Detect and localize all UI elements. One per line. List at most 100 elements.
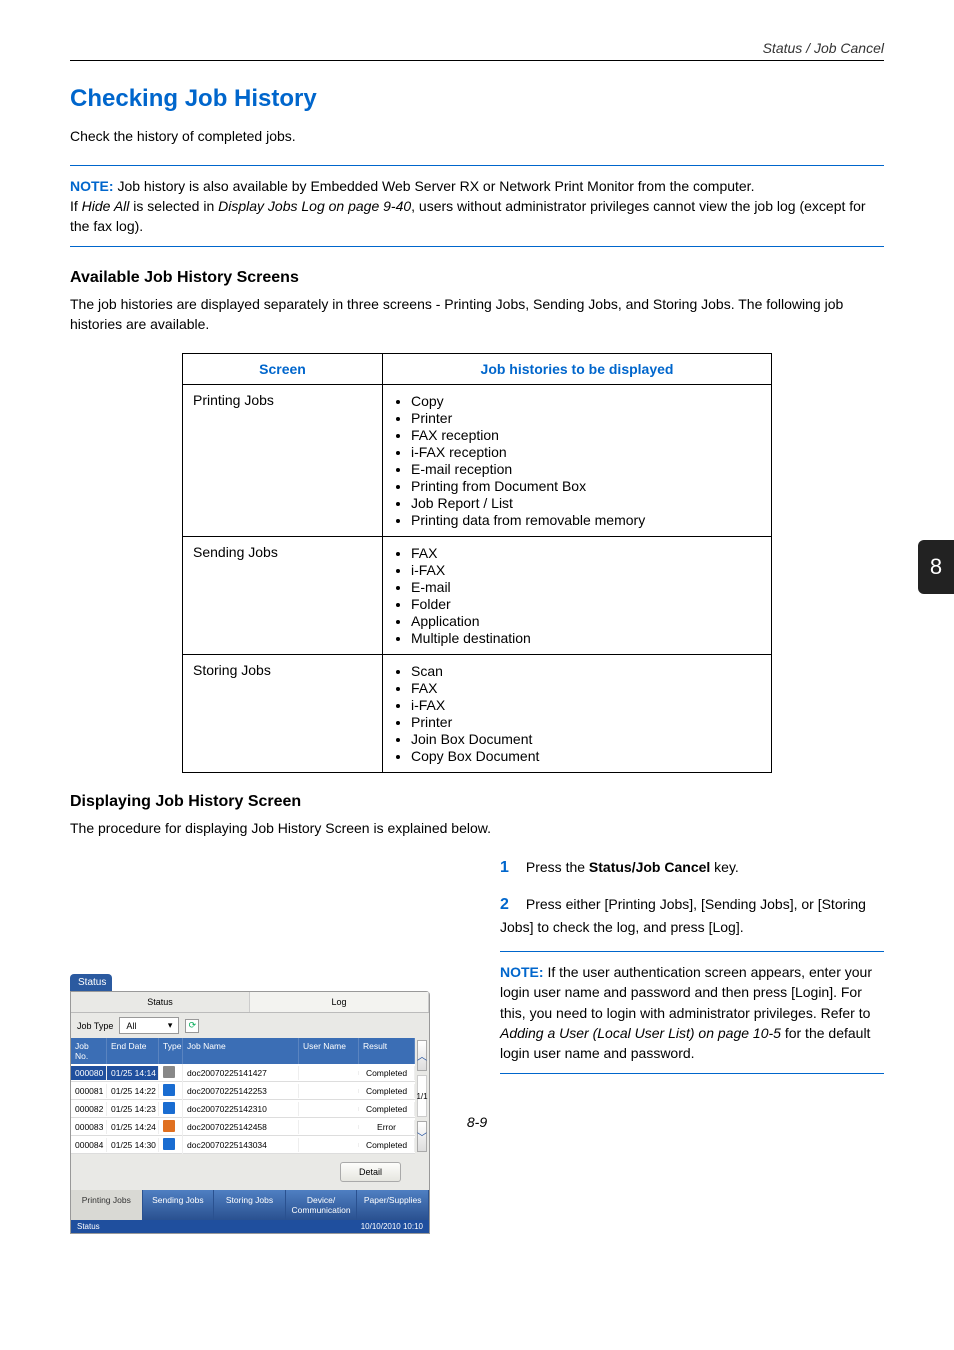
page-header: Status / Job Cancel <box>70 0 884 61</box>
cell-name: doc20070225142310 <box>183 1102 299 1116</box>
cell-name: doc20070225143034 <box>183 1138 299 1152</box>
jobtype-select[interactable]: All ▾ <box>119 1017 179 1034</box>
note1-ref: Display Jobs Log on page 9-40 <box>218 198 411 214</box>
table-row[interactable]: 00008101/25 14:22doc20070225142253Comple… <box>71 1082 415 1100</box>
cell-user <box>299 1071 359 1075</box>
cell-result: Completed <box>359 1084 415 1098</box>
cell-result: Completed <box>359 1066 415 1080</box>
col-type: Type <box>159 1038 183 1064</box>
jobtype-icon <box>163 1138 175 1150</box>
statusbar-left: Status <box>77 1222 100 1231</box>
cell-result: Error <box>359 1120 415 1134</box>
displaying-desc: The procedure for displaying Job History… <box>70 819 884 839</box>
jobtype-icon <box>163 1120 175 1132</box>
scroll-down-button[interactable]: ﹀ <box>417 1121 427 1152</box>
cell-name: doc20070225142253 <box>183 1084 299 1098</box>
step-2: 2 Press either [Printing Jobs], [Sending… <box>500 893 884 936</box>
history-screens-table: Screen Job histories to be displayed Pri… <box>182 353 772 773</box>
cell-type <box>159 1064 183 1082</box>
table-row[interactable]: 00008201/25 14:23doc20070225142310Comple… <box>71 1100 415 1118</box>
list-item: Printer <box>411 410 761 426</box>
table-histories-cell: ScanFAXi-FAXPrinterJoin Box DocumentCopy… <box>383 654 772 772</box>
cell-name: doc20070225142458 <box>183 1120 299 1134</box>
statusbar-right: 10/10/2010 10:10 <box>361 1222 423 1231</box>
bottom-tabs: Printing Jobs Sending Jobs Storing Jobs … <box>71 1190 429 1220</box>
page-indicator: 1/1 <box>417 1075 427 1117</box>
cell-name: doc20070225141427 <box>183 1066 299 1080</box>
detail-button[interactable]: Detail <box>340 1162 401 1182</box>
cell-date: 01/25 14:23 <box>107 1102 159 1116</box>
list-item: Printer <box>411 714 761 730</box>
btab-sending[interactable]: Sending Jobs <box>143 1190 215 1220</box>
table-row[interactable]: 00008001/25 14:14 doc20070225141427 Comple… <box>71 1064 415 1082</box>
intro-text: Check the history of completed jobs. <box>70 127 884 147</box>
available-desc: The job histories are displayed separate… <box>70 295 884 334</box>
list-item: FAX <box>411 680 761 696</box>
note-box-1: NOTE: Job history is also available by E… <box>70 165 884 248</box>
list-item: Printing from Document Box <box>411 478 761 494</box>
cell-result: Completed <box>359 1102 415 1116</box>
list-item: Application <box>411 613 761 629</box>
cell-type <box>159 1136 183 1154</box>
table-screen-cell: Printing Jobs <box>183 384 383 536</box>
list-item: Copy <box>411 393 761 409</box>
list-item: Scan <box>411 663 761 679</box>
note2-ref: Adding a User (Local User List) on page … <box>500 1025 781 1041</box>
page-title: Checking Job History <box>70 85 884 113</box>
list-item: Printing data from removable memory <box>411 512 761 528</box>
col-enddate: End Date <box>107 1038 159 1064</box>
btab-device[interactable]: Device/ Communication <box>286 1190 358 1220</box>
cell-jobno: 000080 <box>71 1066 107 1080</box>
device-screenshot: Status Status Log Job Type All ▾ ⟳ Job N… <box>70 974 430 1234</box>
tab-status[interactable]: Status <box>71 992 250 1012</box>
note1-hideall: Hide All <box>82 198 130 214</box>
cell-jobno: 000081 <box>71 1084 107 1098</box>
cell-user <box>299 1143 359 1147</box>
table-row[interactable]: 00008401/25 14:30doc20070225143034Comple… <box>71 1136 415 1154</box>
list-item: Multiple destination <box>411 630 761 646</box>
step-1-pre: Press the <box>526 859 589 875</box>
note-label: NOTE: <box>70 178 114 194</box>
cell-user <box>299 1089 359 1093</box>
jobtype-icon <box>163 1102 175 1114</box>
cell-user <box>299 1107 359 1111</box>
list-item: Copy Box Document <box>411 748 761 764</box>
jobtype-label: Job Type <box>77 1021 113 1031</box>
list-item: E-mail <box>411 579 761 595</box>
cell-date: 01/25 14:30 <box>107 1138 159 1152</box>
step-2-num: 2 <box>500 893 522 916</box>
tab-log[interactable]: Log <box>250 992 429 1012</box>
table-histories-cell: CopyPrinterFAX receptioni-FAX receptionE… <box>383 384 772 536</box>
scroll-up-button[interactable]: ︿ <box>417 1040 427 1071</box>
jobtype-icon <box>163 1066 175 1078</box>
list-item: Folder <box>411 596 761 612</box>
table-histories-cell: FAXi-FAXE-mailFolderApplicationMultiple … <box>383 536 772 654</box>
grid-header: Job No. End Date Type Job Name User Name… <box>71 1038 415 1064</box>
note1-line2c: is selected in <box>129 198 218 214</box>
list-item: i-FAX reception <box>411 444 761 460</box>
steps-list: 1 Press the Status/Job Cancel key. 2 Pre… <box>500 856 884 937</box>
btab-storing[interactable]: Storing Jobs <box>214 1190 286 1220</box>
table-row[interactable]: 00008301/25 14:24doc20070225142458Error <box>71 1118 415 1136</box>
chevron-down-icon: ▾ <box>168 1020 173 1031</box>
col-result: Result <box>359 1038 415 1064</box>
list-item: E-mail reception <box>411 461 761 477</box>
note-box-2: NOTE: If the user authentication screen … <box>500 951 884 1074</box>
cell-type <box>159 1100 183 1118</box>
step-1-num: 1 <box>500 856 522 879</box>
list-item: Join Box Document <box>411 731 761 747</box>
col-jobno: Job No. <box>71 1038 107 1064</box>
note2-label: NOTE: <box>500 964 544 980</box>
step-2-text: Press either [Printing Jobs], [Sending J… <box>500 896 866 934</box>
note1-line2a: If <box>70 198 82 214</box>
list-item: Job Report / List <box>411 495 761 511</box>
refresh-icon[interactable]: ⟳ <box>185 1019 199 1033</box>
cell-type <box>159 1082 183 1100</box>
btab-printing[interactable]: Printing Jobs <box>71 1190 143 1220</box>
cell-date: 01/25 14:14 <box>107 1066 159 1080</box>
btab-paper[interactable]: Paper/Supplies <box>357 1190 429 1220</box>
step-1-post: key. <box>710 859 739 875</box>
list-item: i-FAX <box>411 697 761 713</box>
jobtype-icon <box>163 1084 175 1096</box>
cell-type <box>159 1118 183 1136</box>
